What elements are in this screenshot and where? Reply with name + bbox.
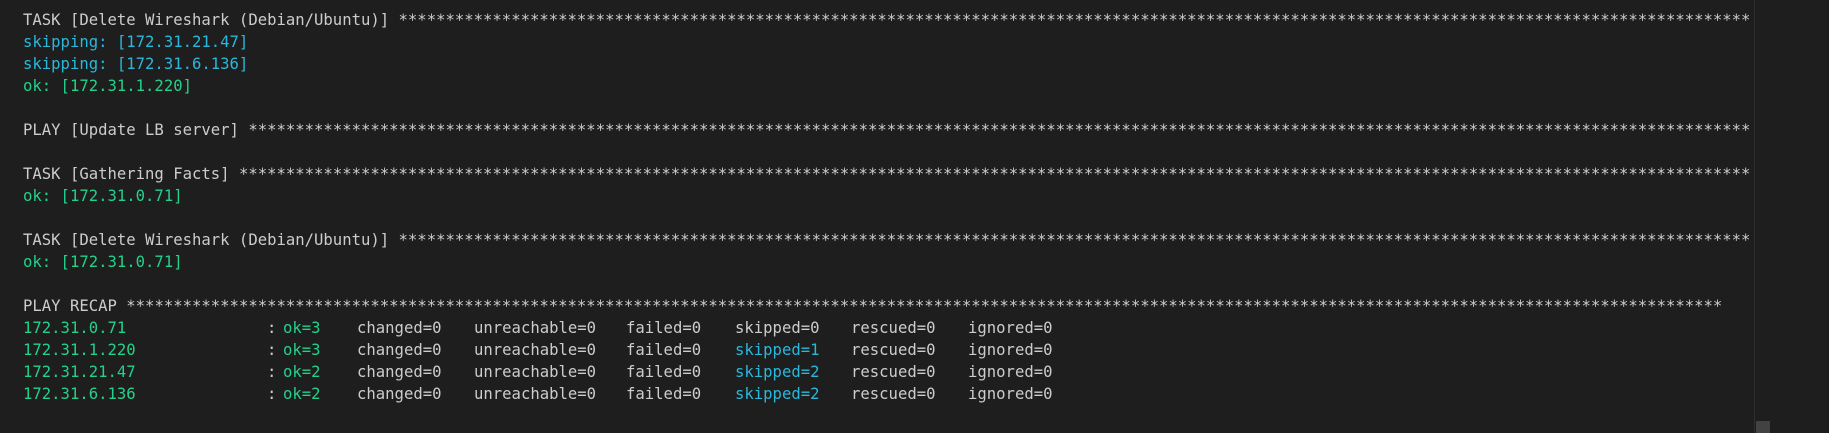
recap-host: 172.31.0.71 [23,319,127,337]
separator-stars: ****************************************… [248,121,1751,139]
recap-unreachable: unreachable=0 [474,363,597,381]
separator-stars: ****************************************… [398,11,1751,29]
recap-row: 172.31.1.220 : ok=3 changed=0 unreachabl… [23,339,1751,361]
ok-line: ok: [172.31.1.220] [23,77,192,95]
task-header-gathering-facts: TASK [Gathering Facts] *****************… [23,163,1751,185]
task-header-delete-wireshark: TASK [Delete Wireshark (Debian/Ubuntu)] … [23,229,1751,251]
play-title: PLAY [Update LB server] [23,121,249,139]
recap-ok: ok=3 [283,341,321,359]
recap-rescued: rescued=0 [851,363,936,381]
recap-changed: changed=0 [357,363,442,381]
recap-changed: changed=0 [357,319,442,337]
recap-changed: changed=0 [357,385,442,403]
ok-line: ok: [172.31.0.71] [23,187,183,205]
recap-failed: failed=0 [626,341,702,359]
recap-host: 172.31.6.136 [23,385,136,403]
recap-rescued: rescued=0 [851,385,936,403]
recap-host: 172.31.21.47 [23,363,136,381]
scrollbar-thumb[interactable] [1756,421,1770,433]
separator-stars: ****************************************… [398,231,1751,249]
recap-skipped: skipped=0 [735,319,820,337]
recap-ok: ok=3 [283,319,321,337]
recap-ignored: ignored=0 [968,385,1053,403]
recap-rescued: rescued=0 [851,341,936,359]
recap-row: 172.31.6.136 : ok=2 changed=0 unreachabl… [23,383,1751,405]
recap-unreachable: unreachable=0 [474,385,597,403]
recap-colon: : [267,319,277,337]
recap-host: 172.31.1.220 [23,341,136,359]
recap-ok: ok=2 [283,385,321,403]
recap-unreachable: unreachable=0 [474,341,597,359]
recap-failed: failed=0 [626,363,702,381]
task-title: TASK [Gathering Facts] [23,165,239,183]
recap-skipped: skipped=2 [735,363,820,381]
recap-changed: changed=0 [357,341,442,359]
recap-ignored: ignored=0 [968,319,1053,337]
recap-title: PLAY RECAP [23,297,127,315]
vertical-scrollbar[interactable] [1756,0,1770,433]
recap-failed: failed=0 [626,385,702,403]
task-header-delete-wireshark: TASK [Delete Wireshark (Debian/Ubuntu)] … [23,9,1751,31]
recap-skipped: skipped=2 [735,385,820,403]
terminal-output: TASK [Delete Wireshark (Debian/Ubuntu)] … [23,9,1751,405]
recap-colon: : [267,385,277,403]
recap-ignored: ignored=0 [968,363,1053,381]
recap-row: 172.31.0.71 : ok=3 changed=0 unreachable… [23,317,1751,339]
recap-ok: ok=2 [283,363,321,381]
skipping-line: skipping: [172.31.6.136] [23,55,249,73]
separator-stars: ****************************************… [126,297,1723,315]
terminal-window[interactable]: TASK [Delete Wireshark (Debian/Ubuntu)] … [0,0,1829,433]
task-title: TASK [Delete Wireshark (Debian/Ubuntu)] [23,231,399,249]
play-recap-header: PLAY RECAP *****************************… [23,295,1751,317]
recap-skipped: skipped=1 [735,341,820,359]
skipping-line: skipping: [172.31.21.47] [23,33,249,51]
recap-colon: : [267,341,277,359]
recap-ignored: ignored=0 [968,341,1053,359]
separator-stars: ****************************************… [238,165,1751,183]
scrollbar-divider [1754,0,1755,433]
recap-row: 172.31.21.47 : ok=2 changed=0 unreachabl… [23,361,1751,383]
recap-failed: failed=0 [626,319,702,337]
recap-colon: : [267,363,277,381]
ok-line: ok: [172.31.0.71] [23,253,183,271]
task-title: TASK [Delete Wireshark (Debian/Ubuntu)] [23,11,399,29]
recap-unreachable: unreachable=0 [474,319,597,337]
play-header-update-lb: PLAY [Update LB server] ****************… [23,119,1751,141]
recap-rescued: rescued=0 [851,319,936,337]
